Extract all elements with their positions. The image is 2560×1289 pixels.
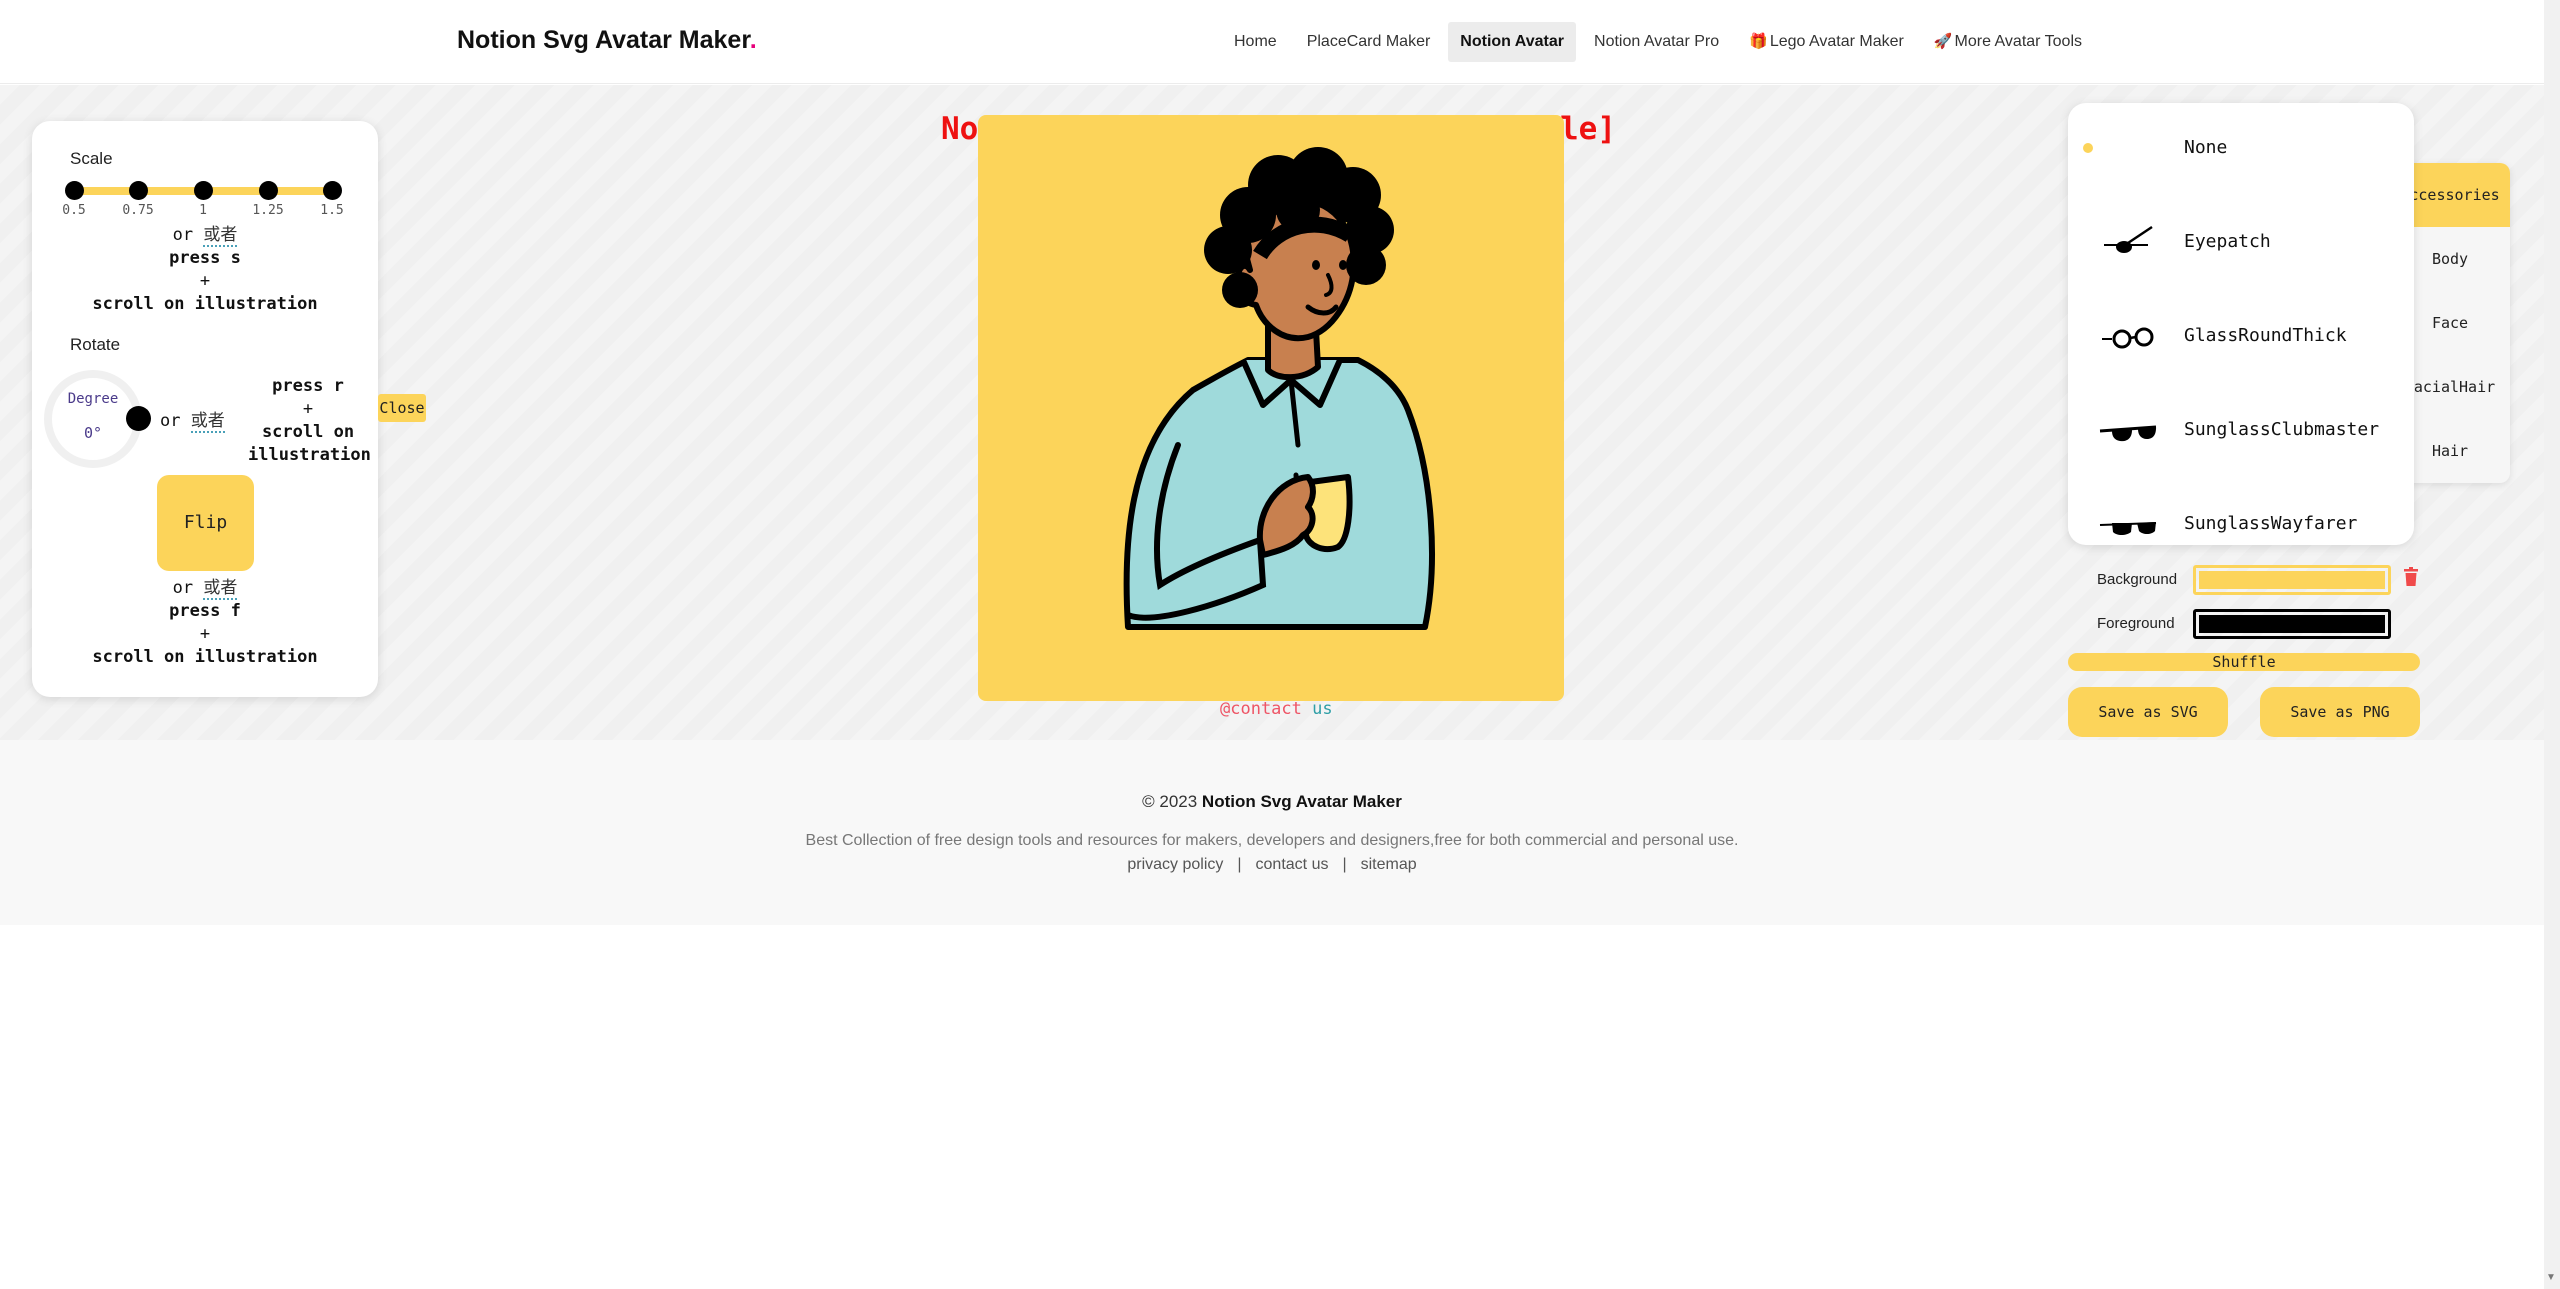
scale-tick: 1 [199,203,207,218]
close-panel-button[interactable]: Close [378,394,426,422]
editor-area: Scale 0.5 0.75 1 1.25 1.5 or 或者 press s … [0,85,2544,740]
rotate-label: Rotate [70,335,121,354]
scale-slider-handle-0.5[interactable] [65,181,84,200]
rotate-or: or 或者 [160,411,225,433]
site-footer: © 2023 Notion Svg Avatar Maker Best Coll… [0,740,2544,925]
scale-label: Scale [70,149,113,168]
rocket-icon: 🚀 [1933,33,1953,50]
scale-tick: 1.5 [320,203,344,218]
copyright: © 2023 Notion Svg Avatar Maker [1142,792,1402,811]
save-svg-button[interactable]: Save as SVG [2068,687,2228,737]
option-sunglasswayfarer[interactable]: SunglassWayfarer [2068,479,2414,545]
site-header: Notion Svg Avatar Maker. Home PlaceCard … [0,0,2544,84]
rotate-hint: press r + scroll on illustration [248,376,371,465]
rotate-knob[interactable] [126,406,151,431]
background-color-input[interactable] [2193,565,2391,595]
option-glassroundthick[interactable]: GlassRoundThick [2068,291,2414,385]
save-png-button[interactable]: Save as PNG [2260,687,2420,737]
page-heading-end: le] [1560,111,1616,147]
option-eyepatch[interactable]: Eyepatch [2068,197,2414,291]
wayfarer-sunglasses-icon [2099,522,2157,535]
nav-lego-avatar-maker[interactable]: 🎁 Lego Avatar Maker [1737,22,1916,62]
clubmaster-sunglasses-icon [2099,425,2157,442]
scale-tick: 1.25 [252,203,284,218]
transform-panel: Scale 0.5 0.75 1 1.25 1.5 or 或者 press s … [32,121,378,697]
footer-description: Best Collection of free design tools and… [805,832,1739,849]
avatar-canvas[interactable] [978,115,1564,701]
eyepatch-icon [2104,225,2153,253]
flip-hint: or 或者 press f + scroll on illustration [92,578,318,667]
degree-value: 0° [83,424,103,442]
scale-slider-handle-1.25[interactable] [259,181,278,200]
accessory-options: None Eyepatch GlassRoundThick SunglassCl… [2068,103,2414,545]
foreground-label: Foreground [2097,615,2175,632]
or-chinese: 或者 [203,225,238,247]
scale-tick: 0.75 [122,203,154,218]
gift-icon: 🎁 [1749,33,1768,50]
site-logo[interactable]: Notion Svg Avatar Maker. [457,26,757,55]
round-glasses-icon [2102,327,2154,349]
page-scrollbar[interactable] [2544,0,2560,1289]
scale-slider-handle-1.5[interactable] [323,181,342,200]
foreground-color-input[interactable] [2193,609,2391,639]
shuffle-button[interactable]: Shuffle [2068,653,2420,671]
scale-tick: 0.5 [62,203,86,218]
privacy-policy-link[interactable]: privacy policy [1127,856,1223,873]
main-nav: Home PlaceCard Maker Notion Avatar Notio… [1222,22,2094,62]
selected-indicator [2083,143,2093,153]
contact-us-link[interactable]: @contact us [1220,699,1333,719]
option-sunglassclubmaster[interactable]: SunglassClubmaster [2068,385,2414,479]
degree-label: Degree [67,391,119,407]
sitemap-link[interactable]: sitemap [1361,856,1417,873]
footer-links: privacy policy | contact us | sitemap [1127,856,1417,873]
nav-home[interactable]: Home [1222,22,1289,62]
contact-us-footer-link[interactable]: contact us [1256,856,1329,873]
nav-notion-avatar[interactable]: Notion Avatar [1448,22,1577,62]
nav-notion-avatar-pro[interactable]: Notion Avatar Pro [1582,22,1731,62]
scale-slider-handle-1[interactable] [194,181,213,200]
option-none[interactable]: None [2068,103,2414,197]
avatar-illustration [1123,147,1435,630]
nav-placecard-maker[interactable]: PlaceCard Maker [1295,22,1443,62]
scale-slider-handle-0.75[interactable] [129,181,148,200]
background-label: Background [2097,571,2178,588]
nav-more-avatar-tools[interactable]: 🚀 More Avatar Tools [1922,22,2094,62]
trash-icon[interactable] [2403,567,2419,587]
flip-button[interactable]: Flip [157,475,254,571]
scale-hint: or 或者 press s + scroll on illustration [92,225,318,314]
scroll-down-icon[interactable]: ▼ [2546,1272,2556,1283]
